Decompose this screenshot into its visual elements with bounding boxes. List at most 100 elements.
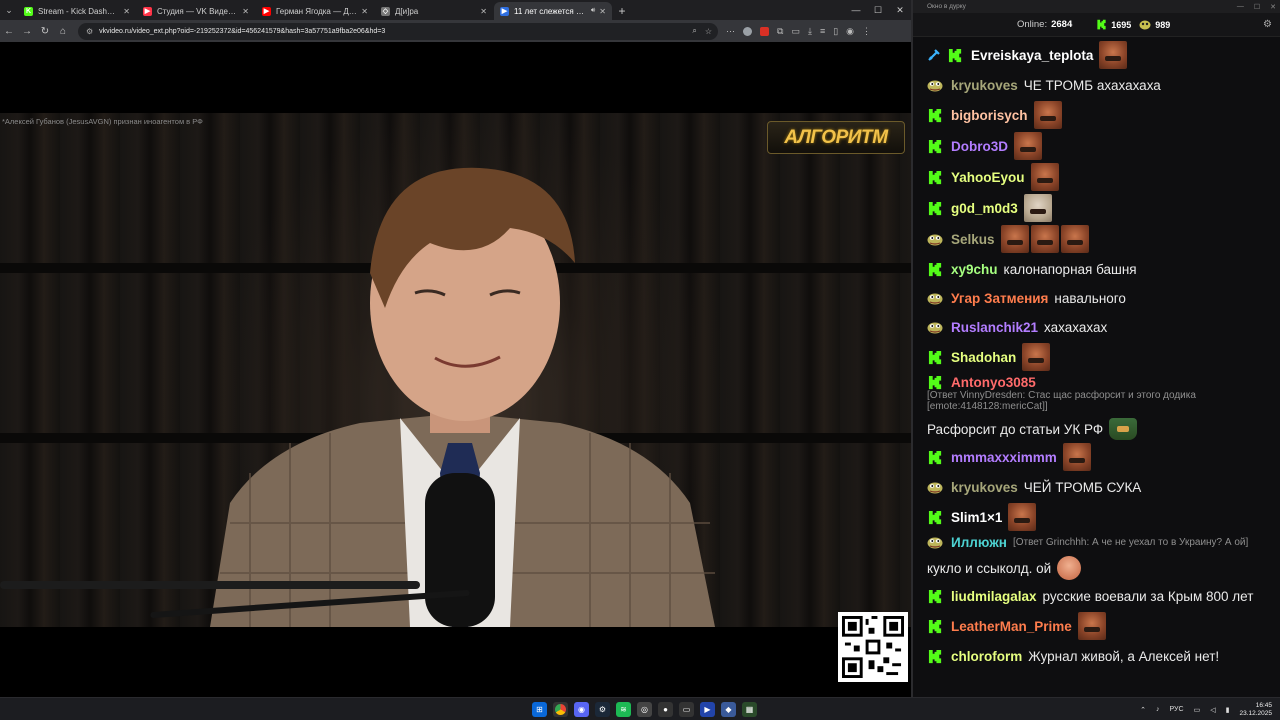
chat-username[interactable]: LeatherMan_Prime: [951, 619, 1072, 634]
network-icon[interactable]: ▭: [1194, 706, 1201, 714]
home-icon[interactable]: ⌂: [54, 20, 72, 42]
chat-emote-icon: [1060, 225, 1089, 253]
tab-search-icon[interactable]: ⌄: [0, 0, 18, 20]
split-icon[interactable]: ▭: [791, 26, 800, 37]
profile-icon[interactable]: ◉: [846, 26, 854, 37]
sword-icon: [927, 48, 941, 62]
sidepanel-icon[interactable]: ▯: [833, 26, 838, 37]
extensions-bar: ⋯ ⧉ ▭ ⤓ ≡ ▯ ◉ ⋮: [726, 26, 871, 37]
taskbar: ⊞ ◉ ⚙ ≋ ◎ ● ▭ ▶ ◆ ▦ ⌃ ♪ РУС ▭ ◁ ▮ 16:45 …: [0, 697, 1280, 720]
chat-emote-icon: [1033, 101, 1062, 129]
extension-red-icon[interactable]: [760, 26, 769, 36]
chat-username[interactable]: Dobro3D: [951, 139, 1008, 154]
minimize-icon[interactable]: —: [845, 0, 867, 20]
discord-icon[interactable]: ◉: [574, 702, 589, 717]
chrome-icon[interactable]: [553, 702, 568, 717]
chat-username[interactable]: YahooEyou: [951, 170, 1025, 185]
user-badge: [927, 449, 943, 465]
app-icon[interactable]: ▦: [742, 702, 757, 717]
browser-tab[interactable]: ▶ 11 лет слежется перед Укр🔊︎ ✕: [494, 2, 612, 20]
chat-emote-icon: [1030, 163, 1059, 191]
steam-icon[interactable]: ⚙: [595, 702, 610, 717]
other-viewers: 989: [1139, 19, 1170, 30]
browser-tab[interactable]: ◇ Д[и]ра ✕: [375, 2, 493, 20]
video-app-icon[interactable]: ▶: [700, 702, 715, 717]
site-info-icon[interactable]: ⚙: [86, 27, 93, 36]
peepo-badge-icon: [927, 80, 943, 92]
chat-emote-icon: [1000, 225, 1029, 253]
chat-username[interactable]: xy9chu: [951, 262, 998, 277]
chat-message: Evreiskaya_teplota: [927, 41, 1280, 69]
extension-circle-icon[interactable]: [743, 26, 752, 36]
tab-close-icon[interactable]: ✕: [242, 7, 249, 16]
chat-message: kryukoves ЧЕ ТРОМБ ахахахаха: [927, 72, 1280, 98]
browser-tab[interactable]: ▶ Герман Ягодка — ДОМ 2 и ал ✕: [256, 2, 374, 20]
chat-username[interactable]: Antonyo3085: [951, 375, 1036, 390]
chat-username[interactable]: bigborisych: [951, 108, 1028, 123]
tab-close-icon[interactable]: ✕: [361, 7, 368, 16]
browser-tab[interactable]: K Stream - Kick Dashboard ✕: [18, 2, 136, 20]
language-indicator[interactable]: РУС: [1170, 706, 1184, 713]
browser-tab[interactable]: ▶ Студия — VK Видео Live ✕: [137, 2, 255, 20]
user-badge: [927, 509, 943, 525]
download-icon[interactable]: ⤓: [808, 26, 812, 37]
volume-icon[interactable]: ◁: [1210, 706, 1215, 714]
chat-username[interactable]: Угар Затмения: [951, 291, 1048, 306]
tab-audio-icon[interactable]: 🔊︎: [591, 7, 595, 15]
chat-username[interactable]: liudmilagalax: [951, 589, 1037, 604]
tab-close-icon[interactable]: ✕: [599, 7, 606, 16]
reload-icon[interactable]: ↻: [36, 20, 54, 42]
chat-username[interactable]: Shadohan: [951, 350, 1016, 365]
video-player[interactable]: *Алексей Губанов (JesusAVGN) признан ино…: [0, 42, 911, 697]
new-tab-button[interactable]: +: [613, 2, 631, 20]
bookmark-star-icon[interactable]: ☆: [705, 27, 712, 36]
forward-icon[interactable]: →: [18, 20, 36, 42]
spotify-icon[interactable]: ≋: [616, 702, 631, 717]
chat-emote-icon: [1023, 194, 1052, 222]
battery-icon[interactable]: ▮: [1226, 706, 1230, 714]
reply-context: [Ответ Grinchhh: А че не уехал то в Укра…: [1012, 536, 1249, 548]
chat-username[interactable]: kryukoves: [951, 78, 1018, 93]
app-icon[interactable]: ▭: [679, 702, 694, 717]
menu-kebab-icon[interactable]: ⋮: [862, 26, 871, 37]
extensions-puzzle-icon[interactable]: ⧉: [777, 26, 783, 37]
chat-username[interactable]: Slim1×1: [951, 510, 1002, 525]
chat-username[interactable]: g0d_m0d3: [951, 201, 1018, 216]
tab-close-icon[interactable]: ✕: [123, 7, 130, 16]
obs-icon[interactable]: ●: [658, 702, 673, 717]
cast-icon[interactable]: ⋯: [726, 26, 735, 37]
chat-username[interactable]: Selkus: [951, 232, 995, 247]
zoom-icon[interactable]: ⌕: [692, 26, 696, 36]
chat-username[interactable]: mmmaxxximmm: [951, 450, 1057, 465]
browser-window: ⌄ K Stream - Kick Dashboard ✕ ▶ Студия — VK …: [0, 0, 911, 697]
chat-username[interactable]: kryukoves: [951, 480, 1018, 495]
maximize-icon[interactable]: ☐: [867, 0, 889, 20]
clock[interactable]: 16:45 23.12.2025: [1239, 702, 1272, 718]
chat-message-body: Расфорсит до статьи УК РФ: [927, 421, 1104, 437]
chat-username[interactable]: Иллюжн: [951, 535, 1007, 550]
maximize-icon[interactable]: ☐: [1254, 3, 1260, 11]
media-control-icon[interactable]: ≡: [820, 26, 825, 36]
back-icon[interactable]: ←: [0, 20, 18, 42]
minimize-icon[interactable]: —: [1237, 3, 1244, 10]
chat-username[interactable]: Evreiskaya_teplota: [971, 48, 1093, 63]
tab-close-icon[interactable]: ✕: [480, 7, 487, 16]
tray-expand-icon[interactable]: ⌃: [1140, 706, 1146, 714]
close-icon[interactable]: ✕: [1270, 3, 1276, 11]
chat-settings-icon[interactable]: ⚙: [1263, 19, 1272, 30]
kick-badge-icon: [928, 201, 941, 215]
chat-username[interactable]: chloroform: [951, 649, 1022, 664]
app-icon[interactable]: ◎: [637, 702, 652, 717]
chat-message-text: навального: [1054, 290, 1126, 306]
chat-message-list[interactable]: Evreiskaya_teplota kryukoves ЧЕ ТРОМБ ахах…: [913, 38, 1280, 697]
user-badge: [927, 231, 943, 247]
windows-start-icon[interactable]: ⊞: [532, 702, 547, 717]
peepo-badge-icon: [927, 234, 943, 246]
kick-badge-icon: [928, 108, 941, 122]
close-icon[interactable]: ✕: [889, 0, 911, 20]
chat-username[interactable]: Ruslanchik21: [951, 320, 1038, 335]
microphone-icon[interactable]: ♪: [1156, 706, 1160, 713]
app-icon[interactable]: ◆: [721, 702, 736, 717]
chat-window-controls: — ☐ ✕: [1237, 0, 1276, 13]
address-bar[interactable]: ⚙ vkvideo.ru/video_ext.php?oid=-21925237…: [78, 22, 718, 40]
